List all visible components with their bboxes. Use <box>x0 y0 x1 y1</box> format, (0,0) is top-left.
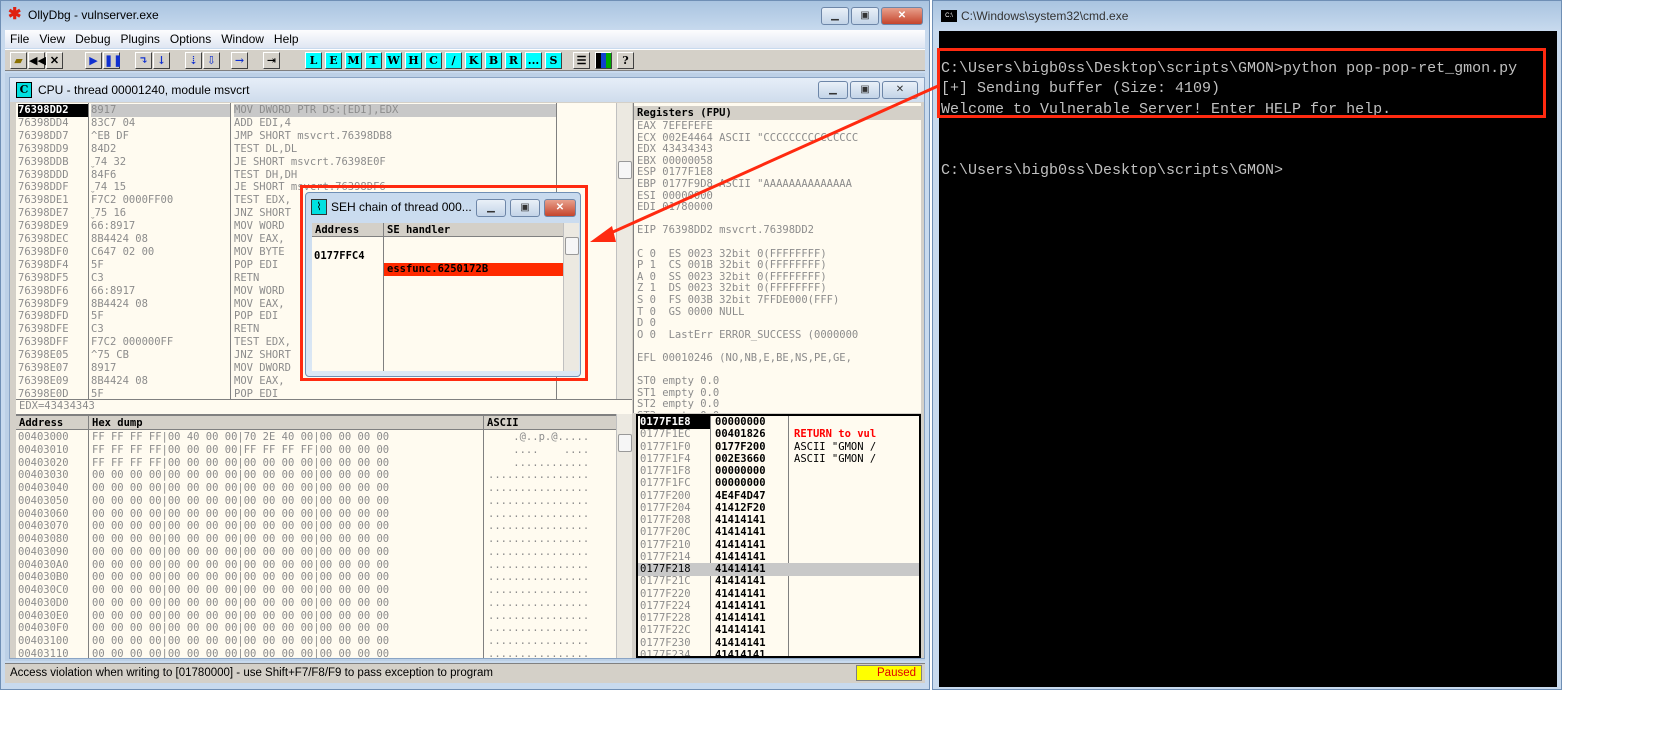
arrow-line <box>603 84 939 238</box>
annotation-arrow <box>590 84 939 242</box>
arrow-head <box>590 226 616 242</box>
